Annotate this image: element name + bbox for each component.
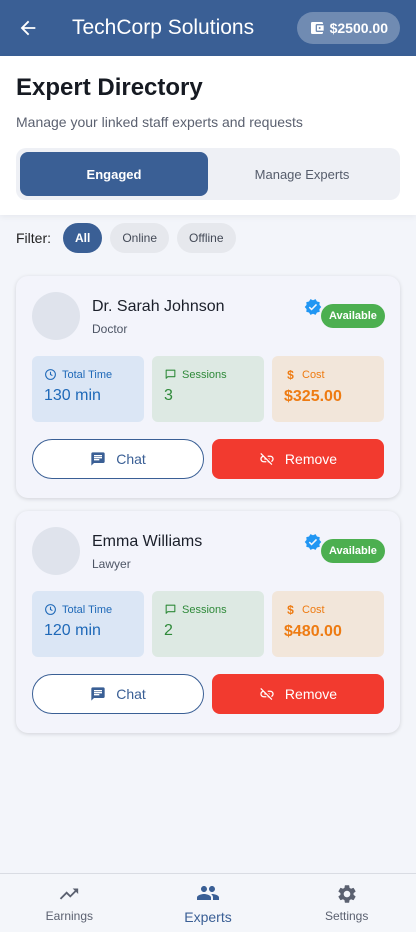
remove-button[interactable]: Remove <box>212 439 384 479</box>
expert-role: Doctor <box>92 322 128 336</box>
nav-item-settings[interactable]: Settings <box>277 874 416 932</box>
sessions-stat: Sessions 3 <box>152 356 264 422</box>
link-off-icon <box>260 453 274 465</box>
back-button[interactable] <box>0 0 56 56</box>
dollar-icon: $ <box>287 603 294 617</box>
directory-header: Expert Directory Manage your linked staf… <box>0 56 416 215</box>
chat-button[interactable]: Chat <box>32 674 204 714</box>
wallet-balance-chip[interactable]: $2500.00 <box>296 12 400 44</box>
expert-card[interactable]: Dr. Sarah Johnson Doctor Available Total… <box>16 276 400 498</box>
filter-row: Filter: All Online Offline <box>16 223 236 253</box>
expert-name: Emma Williams <box>92 533 203 550</box>
avatar <box>32 292 80 340</box>
expert-name: Dr. Sarah Johnson <box>92 298 225 315</box>
tab-engaged[interactable]: Engaged <box>20 152 208 196</box>
stat-label: Cost <box>302 369 325 381</box>
filter-chip-all[interactable]: All <box>63 223 103 253</box>
stat-value: 3 <box>164 387 173 404</box>
stat-value: $480.00 <box>284 623 342 640</box>
remove-button-label: Remove <box>284 451 338 467</box>
app-title: TechCorp Solutions <box>72 16 255 39</box>
nav-item-earnings[interactable]: Earnings <box>0 874 139 932</box>
total-time-stat: Total Time 120 min <box>32 591 144 657</box>
expert-role: Lawyer <box>92 557 131 571</box>
bottom-navigation: Earnings Experts Settings <box>0 873 416 932</box>
verified-badge-icon <box>304 534 322 550</box>
clock-icon <box>45 604 56 615</box>
expert-card[interactable]: Emma Williams Lawyer Available Total Tim… <box>16 511 400 733</box>
link-off-icon <box>260 688 274 700</box>
app-bar: TechCorp Solutions $2500.00 <box>0 0 416 56</box>
clock-icon <box>45 369 56 380</box>
tab-manage-experts[interactable]: Manage Experts <box>208 152 396 196</box>
chat-icon <box>91 452 105 466</box>
stat-label: Sessions <box>182 368 227 381</box>
tab-switcher: Engaged Manage Experts <box>16 148 400 200</box>
chat-bubble-icon <box>165 369 176 379</box>
chat-button[interactable]: Chat <box>32 439 204 479</box>
chat-button-label: Chat <box>116 451 146 467</box>
cost-stat: $ Cost $480.00 <box>272 591 384 657</box>
verified-badge-icon <box>304 299 322 315</box>
people-icon <box>197 886 219 900</box>
arrow-back-icon <box>20 20 36 36</box>
stat-value: 2 <box>164 622 173 639</box>
remove-button[interactable]: Remove <box>212 674 384 714</box>
avatar <box>32 527 80 575</box>
stat-value: $325.00 <box>284 388 342 405</box>
nav-label: Experts <box>184 909 232 925</box>
filter-chip-online[interactable]: Online <box>110 223 170 253</box>
chat-bubble-icon <box>165 604 176 614</box>
chat-button-label: Chat <box>116 686 146 702</box>
stat-label: Total Time <box>62 368 113 381</box>
status-badge: Available <box>321 304 385 328</box>
stat-label: Sessions <box>182 603 227 616</box>
trending-up-icon <box>60 888 79 900</box>
nav-label: Settings <box>325 909 369 923</box>
total-time-stat: Total Time 130 min <box>32 356 144 422</box>
stat-label: Total Time <box>62 603 113 616</box>
nav-label: Earnings <box>45 909 94 923</box>
gear-icon <box>338 885 356 903</box>
page-title: Expert Directory <box>16 74 203 101</box>
sessions-stat: Sessions 2 <box>152 591 264 657</box>
cost-stat: $ Cost $325.00 <box>272 356 384 422</box>
page-subtitle: Manage your linked staff experts and req… <box>16 114 303 130</box>
status-badge: Available <box>321 539 385 563</box>
nav-item-experts[interactable]: Experts <box>139 874 278 932</box>
stat-value: 130 min <box>44 387 101 404</box>
chat-icon <box>91 687 105 701</box>
filter-label: Filter: <box>16 230 51 246</box>
wallet-icon <box>310 22 324 34</box>
balance-amount: $2500.00 <box>329 20 388 36</box>
remove-button-label: Remove <box>284 686 338 702</box>
dollar-icon: $ <box>287 368 294 382</box>
stat-value: 120 min <box>44 622 101 639</box>
stat-label: Cost <box>302 604 325 616</box>
filter-chip-offline[interactable]: Offline <box>177 223 236 253</box>
